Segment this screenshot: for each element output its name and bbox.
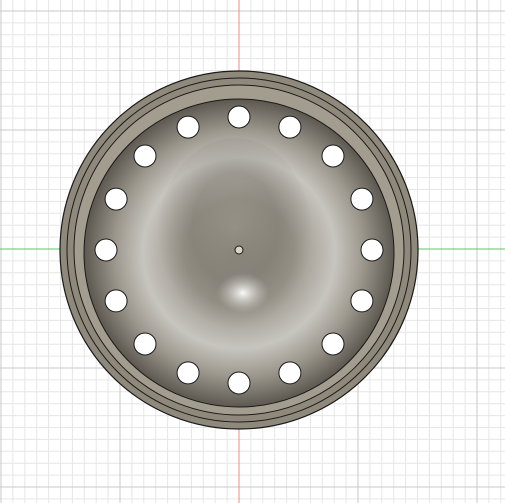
wheel-model[interactable] bbox=[59, 70, 419, 430]
vent-hole[interactable] bbox=[360, 238, 384, 262]
vent-hole[interactable] bbox=[104, 187, 128, 211]
vent-hole[interactable] bbox=[278, 115, 302, 139]
vent-hole[interactable] bbox=[321, 144, 345, 168]
vent-hole[interactable] bbox=[278, 361, 302, 385]
cad-viewport[interactable] bbox=[0, 0, 505, 503]
center-pin-icon[interactable] bbox=[234, 245, 244, 255]
vent-hole[interactable] bbox=[176, 361, 200, 385]
vent-hole[interactable] bbox=[227, 105, 251, 129]
vent-hole[interactable] bbox=[104, 289, 128, 313]
vent-hole[interactable] bbox=[94, 238, 118, 262]
vent-hole[interactable] bbox=[227, 371, 251, 395]
vent-hole[interactable] bbox=[176, 115, 200, 139]
vent-hole[interactable] bbox=[350, 289, 374, 313]
dish-highlight bbox=[217, 273, 269, 313]
canvas[interactable] bbox=[0, 0, 505, 503]
vent-hole[interactable] bbox=[133, 144, 157, 168]
vent-hole[interactable] bbox=[350, 187, 374, 211]
vent-hole[interactable] bbox=[321, 332, 345, 356]
vent-hole[interactable] bbox=[133, 332, 157, 356]
